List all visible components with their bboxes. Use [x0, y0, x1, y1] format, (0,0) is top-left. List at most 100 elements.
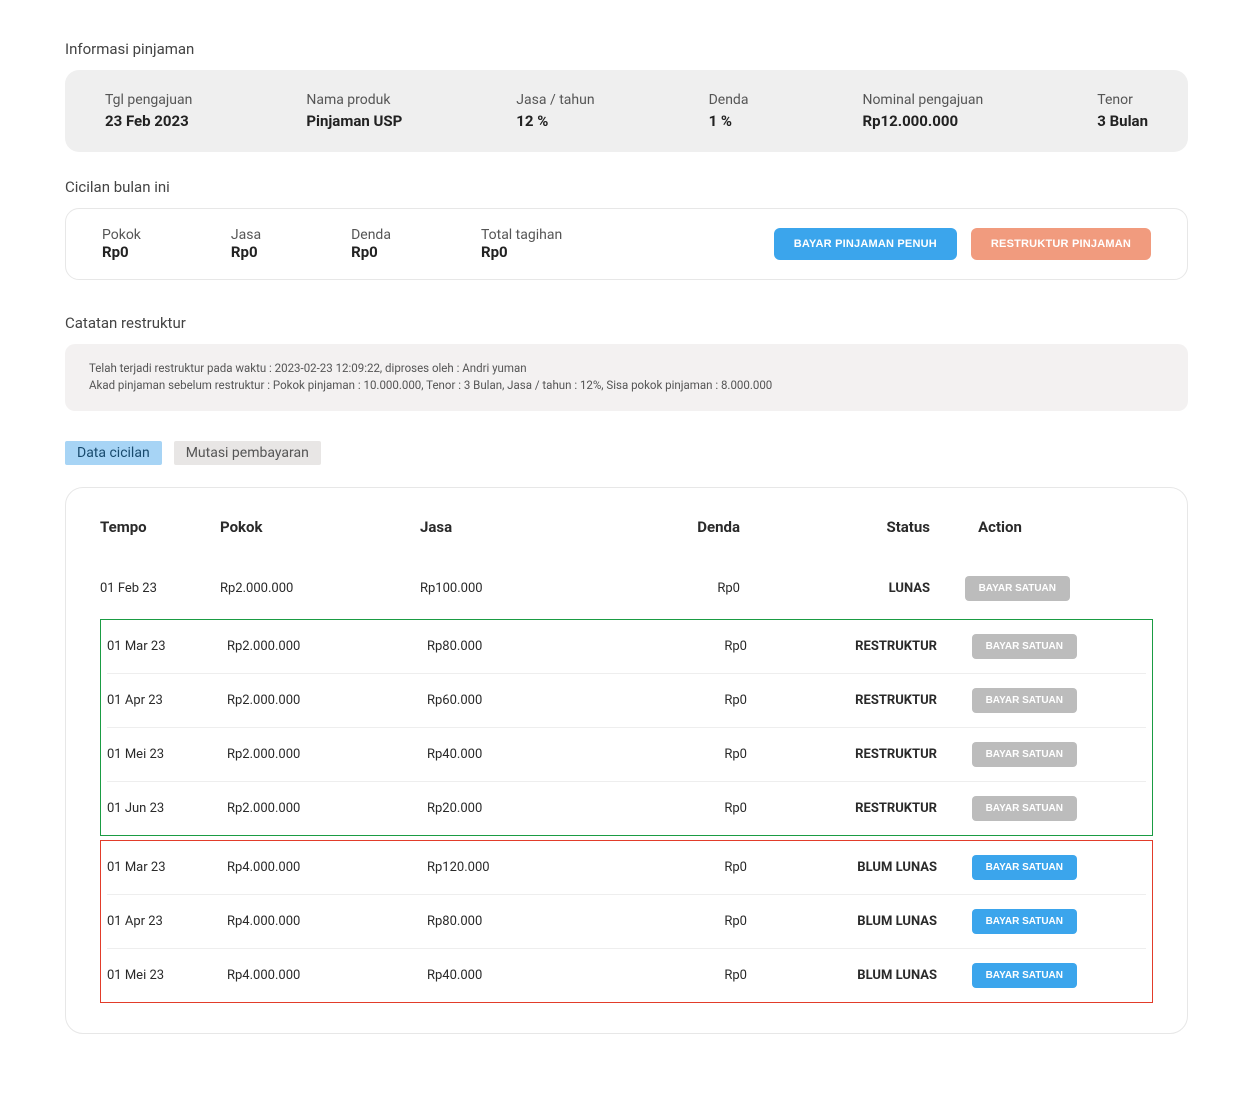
info-denda-value: 1 %: [709, 112, 749, 130]
info-tgl-value: 23 Feb 2023: [105, 112, 192, 130]
table-row: 01 Feb 23Rp2.000.000Rp100.000Rp0LUNASBAY…: [100, 562, 1153, 615]
info-jasa-value: 12 %: [516, 112, 594, 130]
info-tenor-value: 3 Bulan: [1097, 112, 1148, 130]
cell-status: BLUM LUNAS: [747, 968, 937, 983]
bayar-satuan-button: BAYAR SATUAN: [972, 742, 1077, 767]
cell-denda: Rp0: [617, 968, 747, 983]
cell-jasa: Rp100.000: [420, 581, 610, 596]
tab-data-cicilan[interactable]: Data cicilan: [65, 441, 162, 465]
bayar-satuan-button: BAYAR SATUAN: [972, 796, 1077, 821]
cell-action: BAYAR SATUAN: [937, 963, 1077, 988]
th-action: Action: [930, 518, 1070, 536]
table-row: 01 Mar 23Rp2.000.000Rp80.000Rp0RESTRUKTU…: [107, 620, 1146, 673]
cell-action: BAYAR SATUAN: [937, 796, 1077, 821]
cell-status: RESTRUKTUR: [747, 693, 937, 708]
info-card: Tgl pengajuan 23 Feb 2023 Nama produk Pi…: [65, 70, 1188, 152]
cell-jasa: Rp120.000: [427, 860, 617, 875]
restruktur-group: 01 Mar 23Rp2.000.000Rp80.000Rp0RESTRUKTU…: [100, 619, 1153, 836]
bayar-satuan-button: BAYAR SATUAN: [972, 634, 1077, 659]
cicilan-denda-label: Denda: [351, 227, 391, 243]
blum-lunas-group: 01 Mar 23Rp4.000.000Rp120.000Rp0BLUM LUN…: [100, 840, 1153, 1003]
info-jasa-label: Jasa / tahun: [516, 92, 594, 108]
table-row: 01 Jun 23Rp2.000.000Rp20.000Rp0RESTRUKTU…: [107, 781, 1146, 835]
cell-pokok: Rp2.000.000: [227, 639, 427, 654]
cell-pokok: Rp2.000.000: [227, 801, 427, 816]
cicilan-pokok-value: Rp0: [102, 243, 141, 261]
cell-denda: Rp0: [617, 693, 747, 708]
info-tenor-label: Tenor: [1097, 92, 1148, 108]
cell-tempo: 01 Jun 23: [107, 801, 227, 816]
info-nominal-label: Nominal pengajuan: [862, 92, 983, 108]
cell-pokok: Rp2.000.000: [227, 693, 427, 708]
cell-status: BLUM LUNAS: [747, 914, 937, 929]
catatan-card: Telah terjadi restruktur pada waktu : 20…: [65, 344, 1188, 411]
info-title: Informasi pinjaman: [65, 40, 1188, 58]
cell-denda: Rp0: [617, 747, 747, 762]
cicilan-denda-value: Rp0: [351, 243, 391, 261]
cicilan-total-label: Total tagihan: [481, 227, 562, 243]
cell-action: BAYAR SATUAN: [937, 634, 1077, 659]
info-denda-label: Denda: [709, 92, 749, 108]
cell-status: LUNAS: [740, 581, 930, 596]
cell-denda: Rp0: [617, 860, 747, 875]
restruktur-button[interactable]: RESTRUKTUR PINJAMAN: [971, 228, 1151, 260]
table-row: 01 Apr 23Rp4.000.000Rp80.000Rp0BLUM LUNA…: [107, 894, 1146, 948]
cell-denda: Rp0: [617, 914, 747, 929]
cicilan-card: Pokok Rp0 Jasa Rp0 Denda Rp0 Total tagih…: [65, 208, 1188, 280]
table-row: 01 Mei 23Rp4.000.000Rp40.000Rp0BLUM LUNA…: [107, 948, 1146, 1002]
bayar-satuan-button[interactable]: BAYAR SATUAN: [972, 909, 1077, 934]
table-row: 01 Apr 23Rp2.000.000Rp60.000Rp0RESTRUKTU…: [107, 673, 1146, 727]
cell-action: BAYAR SATUAN: [937, 688, 1077, 713]
cell-jasa: Rp40.000: [427, 968, 617, 983]
cell-action: BAYAR SATUAN: [937, 909, 1077, 934]
table-header: Tempo Pokok Jasa Denda Status Action: [100, 518, 1153, 562]
cell-pokok: Rp2.000.000: [220, 581, 420, 596]
cell-tempo: 01 Mei 23: [107, 968, 227, 983]
cell-jasa: Rp60.000: [427, 693, 617, 708]
cell-tempo: 01 Mar 23: [107, 639, 227, 654]
cell-jasa: Rp80.000: [427, 914, 617, 929]
cell-tempo: 01 Apr 23: [107, 693, 227, 708]
cell-action: BAYAR SATUAN: [937, 855, 1077, 880]
cell-tempo: 01 Feb 23: [100, 581, 220, 596]
cell-pokok: Rp4.000.000: [227, 860, 427, 875]
bayar-satuan-button[interactable]: BAYAR SATUAN: [972, 963, 1077, 988]
cell-status: RESTRUKTUR: [747, 747, 937, 762]
catatan-title: Catatan restruktur: [65, 314, 1188, 332]
cell-status: RESTRUKTUR: [747, 801, 937, 816]
bayar-satuan-button: BAYAR SATUAN: [972, 688, 1077, 713]
cell-action: BAYAR SATUAN: [930, 576, 1070, 601]
cell-pokok: Rp4.000.000: [227, 914, 427, 929]
cicilan-total-value: Rp0: [481, 243, 562, 261]
cell-denda: Rp0: [617, 801, 747, 816]
info-nominal-value: Rp12.000.000: [862, 112, 983, 130]
cell-jasa: Rp40.000: [427, 747, 617, 762]
bayar-penuh-button[interactable]: BAYAR PINJAMAN PENUH: [774, 228, 957, 260]
th-jasa: Jasa: [420, 518, 610, 536]
cell-tempo: 01 Mei 23: [107, 747, 227, 762]
cicilan-jasa-value: Rp0: [231, 243, 261, 261]
bayar-satuan-button: BAYAR SATUAN: [965, 576, 1070, 601]
info-produk-value: Pinjaman USP: [306, 112, 402, 130]
cell-status: RESTRUKTUR: [747, 639, 937, 654]
cell-tempo: 01 Mar 23: [107, 860, 227, 875]
th-tempo: Tempo: [100, 518, 220, 536]
catatan-line1: Telah terjadi restruktur pada waktu : 20…: [89, 360, 1164, 377]
tabs: Data cicilan Mutasi pembayaran: [65, 441, 1188, 465]
tab-mutasi-pembayaran[interactable]: Mutasi pembayaran: [174, 441, 321, 465]
cell-action: BAYAR SATUAN: [937, 742, 1077, 767]
bayar-satuan-button[interactable]: BAYAR SATUAN: [972, 855, 1077, 880]
cell-status: BLUM LUNAS: [747, 860, 937, 875]
table-row: 01 Mei 23Rp2.000.000Rp40.000Rp0RESTRUKTU…: [107, 727, 1146, 781]
cicilan-table: Tempo Pokok Jasa Denda Status Action 01 …: [65, 487, 1188, 1034]
catatan-line2: Akad pinjaman sebelum restruktur : Pokok…: [89, 377, 1164, 394]
info-produk-label: Nama produk: [306, 92, 402, 108]
th-status: Status: [740, 518, 930, 536]
cell-tempo: 01 Apr 23: [107, 914, 227, 929]
table-row: 01 Mar 23Rp4.000.000Rp120.000Rp0BLUM LUN…: [107, 841, 1146, 894]
cicilan-pokok-label: Pokok: [102, 227, 141, 243]
th-denda: Denda: [610, 518, 740, 536]
cell-jasa: Rp20.000: [427, 801, 617, 816]
cell-pokok: Rp4.000.000: [227, 968, 427, 983]
cicilan-jasa-label: Jasa: [231, 227, 261, 243]
